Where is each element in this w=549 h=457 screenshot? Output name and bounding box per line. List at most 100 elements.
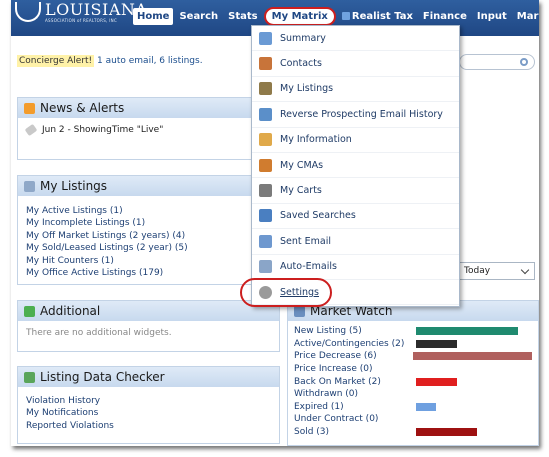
my-matrix-dropdown: Summary Contacts My Listings Reverse Prospe… — [240, 25, 460, 307]
mail-icon — [259, 234, 272, 248]
data-checker-header: Listing Data Checker — [18, 367, 279, 387]
market-watch-row[interactable]: Price Increase (0) — [294, 363, 532, 376]
menu-item-my-information[interactable]: My Information — [252, 128, 459, 153]
market-watch-label: Back On Market (2) — [294, 376, 381, 387]
market-watch-label: Price Decrease (6) — [294, 351, 377, 362]
highlight-annotation — [240, 277, 332, 307]
additional-widget: Additional There are no additional widge… — [17, 300, 280, 352]
checker-link[interactable]: My Notifications — [26, 407, 271, 419]
listing-link[interactable]: My Incomplete Listings (1) — [26, 217, 271, 229]
data-checker-body: Violation History My Notifications Repor… — [18, 387, 279, 438]
nav-realist-tax[interactable]: Realist Tax — [338, 8, 417, 25]
menu-item-saved-searches[interactable]: Saved Searches — [252, 204, 459, 230]
market-watch-label: Under Contract (0) — [294, 414, 379, 425]
listing-link[interactable]: My Sold/Leased Listings (2 year) (5) — [26, 242, 271, 254]
market-watch-bar — [416, 377, 457, 386]
info-icon — [259, 133, 272, 147]
data-checker-widget: Listing Data Checker Violation History M… — [17, 366, 280, 444]
nav-market-reports[interactable]: Market Reports — [513, 8, 539, 25]
concierge-text: 1 auto email, 6 listings. — [97, 56, 203, 66]
market-watch-label: Sold (3) — [294, 427, 330, 438]
main-nav: Home Search Stats My Matrix Realist Tax … — [133, 7, 539, 26]
market-watch-bar — [416, 402, 437, 411]
nav-finance[interactable]: Finance — [419, 8, 471, 25]
market-watch-label: Price Increase (0) — [294, 364, 373, 375]
cma-icon — [259, 158, 272, 172]
my-listings-widget: My Listings My Active Listings (1) My In… — [17, 175, 280, 285]
nav-my-matrix[interactable]: My Matrix — [263, 7, 336, 26]
market-watch-row[interactable]: Price Decrease (6) — [294, 350, 532, 363]
quick-search-input[interactable] — [459, 54, 535, 70]
nav-stats[interactable]: Stats — [224, 8, 261, 25]
menu-item-label: My Listings — [280, 83, 334, 95]
checker-icon — [24, 371, 35, 383]
contacts-icon — [259, 57, 272, 71]
concierge-label: Concierge Alert! — [17, 55, 95, 67]
news-widget: News & Alerts Jun 2 - ShowingTime "Live" — [17, 97, 280, 160]
menu-item-label: Reverse Prospecting Email History — [280, 108, 443, 120]
my-listings-body: My Active Listings (1) My Incomplete Lis… — [18, 196, 279, 285]
menu-item-label: My Carts — [280, 185, 322, 197]
saved-search-icon — [259, 209, 272, 223]
house-icon — [259, 82, 272, 96]
market-watch-widget: Market Watch New Listing (5) Active/Conti… — [287, 300, 539, 446]
listing-link[interactable]: My Hit Counters (1) — [26, 255, 271, 267]
my-listings-header: My Listings — [18, 176, 279, 196]
auto-email-icon — [259, 260, 272, 274]
logo-icon — [15, 2, 41, 22]
menu-item-sent-email[interactable]: Sent Email — [252, 229, 459, 255]
market-watch-row[interactable]: Under Contract (0) — [294, 413, 532, 426]
menu-item-reverse-prospecting-email-history[interactable]: Reverse Prospecting Email History — [252, 102, 459, 128]
market-watch-bar — [413, 352, 532, 361]
news-item[interactable]: Jun 2 - ShowingTime "Live" — [24, 124, 271, 137]
market-watch-bar — [416, 327, 518, 336]
menu-item-label: Saved Searches — [280, 210, 356, 222]
nav-input[interactable]: Input — [473, 8, 511, 25]
data-checker-title: Listing Data Checker — [40, 370, 165, 384]
menu-item-auto-emails[interactable]: Auto-Emails — [252, 255, 459, 280]
news-body: Jun 2 - ShowingTime "Live" — [18, 118, 279, 142]
menu-item-contacts[interactable]: Contacts — [252, 51, 459, 77]
market-watch-row[interactable]: Withdrawn (0) — [294, 388, 532, 401]
menu-item-label: Auto-Emails — [280, 261, 337, 273]
listing-link[interactable]: My Off Market Listings (2 years) (4) — [26, 230, 271, 242]
market-watch-rows: New Listing (5) Active/Contingencies (2) P… — [288, 321, 538, 442]
nav-search[interactable]: Search — [175, 8, 222, 25]
news-header: News & Alerts — [18, 98, 279, 118]
market-watch-label: Expired (1) — [294, 401, 344, 412]
cart-icon — [259, 184, 272, 198]
plus-icon — [24, 305, 35, 317]
concierge-alert[interactable]: Concierge Alert! 1 auto email, 6 listing… — [17, 55, 203, 67]
date-range-select[interactable]: Today — [459, 262, 535, 280]
checker-link[interactable]: Violation History — [26, 395, 271, 407]
market-watch-row[interactable]: Active/Contingencies (2) — [294, 338, 532, 351]
menu-item-label: My Information — [280, 134, 352, 146]
additional-empty-text: There are no additional widgets. — [26, 328, 172, 338]
search-icon[interactable] — [520, 58, 528, 66]
app-frame: LOUISIANA ASSOCIATION of REALTORS, INC H… — [11, 0, 539, 446]
market-watch-bar — [416, 339, 457, 348]
listing-link[interactable]: My Active Listings (1) — [26, 205, 271, 217]
market-watch-row[interactable]: Sold (3) — [294, 426, 532, 439]
list-icon — [24, 180, 35, 192]
market-watch-row[interactable]: New Listing (5) — [294, 325, 532, 338]
tag-icon — [24, 124, 38, 137]
market-watch-row[interactable]: Expired (1) — [294, 401, 532, 414]
menu-item-my-carts[interactable]: My Carts — [252, 178, 459, 204]
menu-item-my-cmas[interactable]: My CMAs — [252, 153, 459, 179]
menu-item-settings[interactable]: Settings — [240, 277, 459, 307]
news-item-text: Jun 2 - ShowingTime "Live" — [42, 125, 164, 135]
additional-body: There are no additional widgets. — [18, 321, 279, 345]
menu-item-label: Sent Email — [280, 235, 331, 247]
nav-home[interactable]: Home — [133, 8, 174, 25]
checker-link[interactable]: Reported Violations — [26, 420, 271, 432]
menu-item-summary[interactable]: Summary — [252, 26, 459, 52]
chevron-down-icon — [520, 265, 530, 275]
market-watch-row[interactable]: Back On Market (2) — [294, 375, 532, 388]
market-watch-label: New Listing (5) — [294, 326, 362, 337]
logo-subtitle: ASSOCIATION of REALTORS, INC — [45, 18, 118, 23]
news-title: News & Alerts — [40, 101, 125, 115]
people-icon — [259, 107, 272, 121]
listing-link[interactable]: My Office Active Listings (179) — [26, 267, 271, 279]
menu-item-my-listings[interactable]: My Listings — [252, 77, 459, 103]
